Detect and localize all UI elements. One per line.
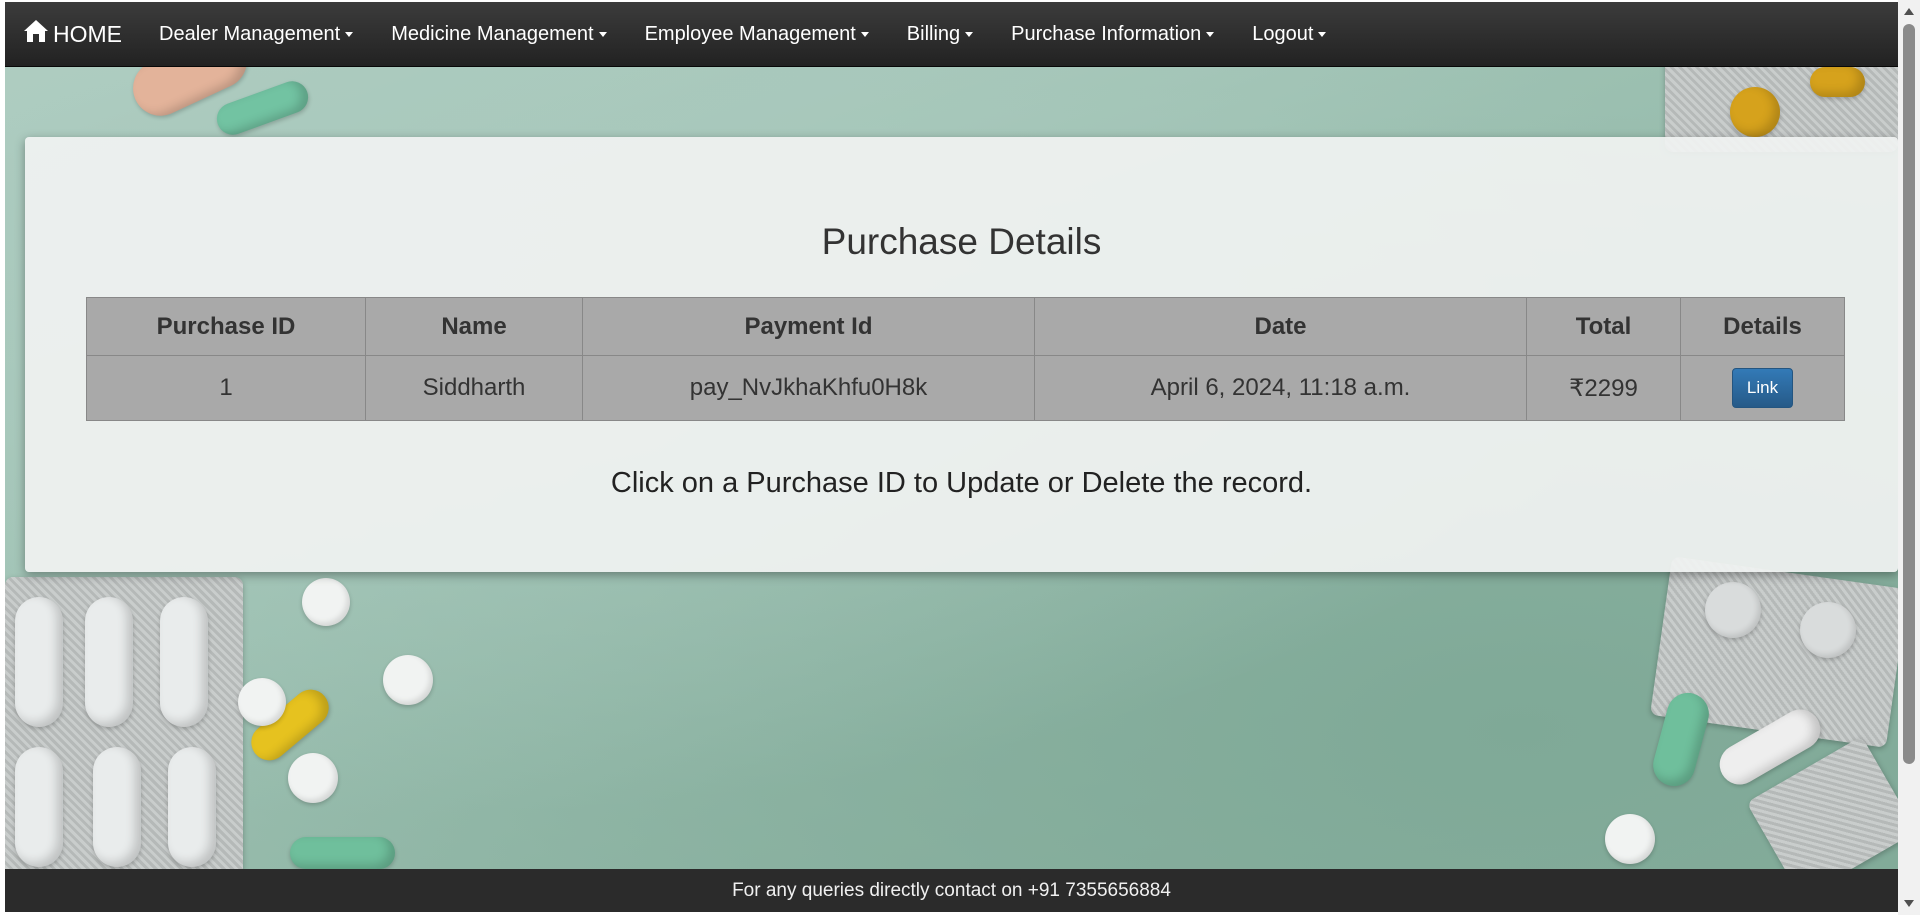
caret-down-icon bbox=[860, 31, 869, 37]
footer-contact-text: For any queries directly contact on +91 … bbox=[732, 879, 1171, 901]
nav-logout-label: Logout bbox=[1252, 22, 1314, 45]
tablet-decoration bbox=[238, 678, 286, 726]
capsule-decoration bbox=[243, 682, 337, 768]
capsule-decoration bbox=[290, 837, 395, 869]
cell-total: ₹2299 bbox=[1526, 355, 1681, 421]
caret-down-icon bbox=[1318, 31, 1327, 37]
tablet-decoration bbox=[1605, 814, 1655, 864]
purchase-details-panel: Purchase Details Purchase ID Name Paymen… bbox=[25, 137, 1898, 572]
vertical-scrollbar[interactable] bbox=[1898, 0, 1920, 915]
tablet-decoration bbox=[1800, 602, 1856, 658]
nav-employee-management-label: Employee Management bbox=[644, 22, 856, 45]
nav-purchase-information[interactable]: Purchase Information bbox=[992, 2, 1233, 66]
capsule-decoration bbox=[1730, 87, 1780, 137]
column-header-details: Details bbox=[1680, 297, 1845, 356]
capsule-decoration bbox=[1810, 67, 1865, 97]
nav-logout[interactable]: Logout bbox=[1233, 2, 1345, 66]
scrollbar-thumb[interactable] bbox=[1903, 24, 1915, 764]
cell-details: Link bbox=[1680, 355, 1845, 421]
nav-dealer-management-label: Dealer Management bbox=[159, 22, 341, 45]
tablet-decoration bbox=[288, 753, 338, 803]
purchase-table: Purchase ID Name Payment Id Date Total D… bbox=[86, 297, 1845, 421]
column-header-purchase-id: Purchase ID bbox=[86, 297, 366, 356]
capsule-decoration bbox=[93, 747, 141, 867]
capsule-decoration bbox=[212, 76, 313, 140]
capsule-decoration bbox=[1648, 688, 1714, 791]
top-navbar: HOME Dealer Management Medicine Manageme… bbox=[5, 2, 1898, 67]
capsule-decoration bbox=[160, 597, 208, 727]
pill-blister-decoration bbox=[5, 577, 243, 877]
capsule-decoration bbox=[168, 747, 216, 867]
nav-billing-label: Billing bbox=[906, 22, 961, 45]
nav-medicine-management[interactable]: Medicine Management bbox=[372, 2, 625, 66]
capsule-decoration bbox=[15, 747, 63, 867]
tablet-decoration bbox=[1705, 582, 1761, 638]
column-header-name: Name bbox=[365, 297, 583, 356]
home-label: HOME bbox=[53, 20, 122, 47]
column-header-payment-id: Payment Id bbox=[582, 297, 1035, 356]
footer: For any queries directly contact on +91 … bbox=[5, 869, 1898, 912]
table-header-row: Purchase ID Name Payment Id Date Total D… bbox=[86, 297, 1845, 356]
cell-name: Siddharth bbox=[365, 355, 583, 421]
caret-down-icon bbox=[345, 31, 354, 37]
nav-dealer-management[interactable]: Dealer Management bbox=[140, 2, 372, 66]
capsule-decoration bbox=[1712, 702, 1828, 792]
capsule-decoration bbox=[85, 597, 133, 727]
column-header-total: Total bbox=[1526, 297, 1681, 356]
nav-purchase-information-label: Purchase Information bbox=[1011, 22, 1202, 45]
nav-employee-management[interactable]: Employee Management bbox=[626, 2, 888, 66]
scroll-up-arrow-icon[interactable] bbox=[1904, 8, 1914, 15]
table-row: 1 Siddharth pay_NvJkhaKhfu0H8k April 6, … bbox=[86, 355, 1845, 421]
nav-medicine-management-label: Medicine Management bbox=[391, 22, 594, 45]
nav-billing[interactable]: Billing bbox=[888, 2, 992, 66]
cell-date: April 6, 2024, 11:18 a.m. bbox=[1034, 355, 1527, 421]
home-icon bbox=[23, 19, 53, 49]
scroll-down-arrow-icon[interactable] bbox=[1904, 900, 1914, 907]
tablet-decoration bbox=[383, 655, 433, 705]
capsule-decoration bbox=[15, 597, 63, 727]
caret-down-icon bbox=[1206, 31, 1215, 37]
tablet-decoration bbox=[302, 578, 350, 626]
details-link-button[interactable]: Link bbox=[1731, 368, 1794, 408]
cell-payment-id: pay_NvJkhaKhfu0H8k bbox=[582, 355, 1035, 421]
home-link[interactable]: HOME bbox=[5, 2, 140, 66]
caret-down-icon bbox=[598, 31, 607, 37]
caret-down-icon bbox=[965, 31, 974, 37]
pill-blister-decoration bbox=[1650, 556, 1898, 748]
page-background: HOME Dealer Management Medicine Manageme… bbox=[5, 2, 1898, 912]
instruction-text: Click on a Purchase ID to Update or Dele… bbox=[610, 467, 1313, 499]
page-title: Purchase Details bbox=[821, 221, 1102, 262]
column-header-date: Date bbox=[1034, 297, 1527, 356]
cell-purchase-id[interactable]: 1 bbox=[86, 355, 366, 421]
